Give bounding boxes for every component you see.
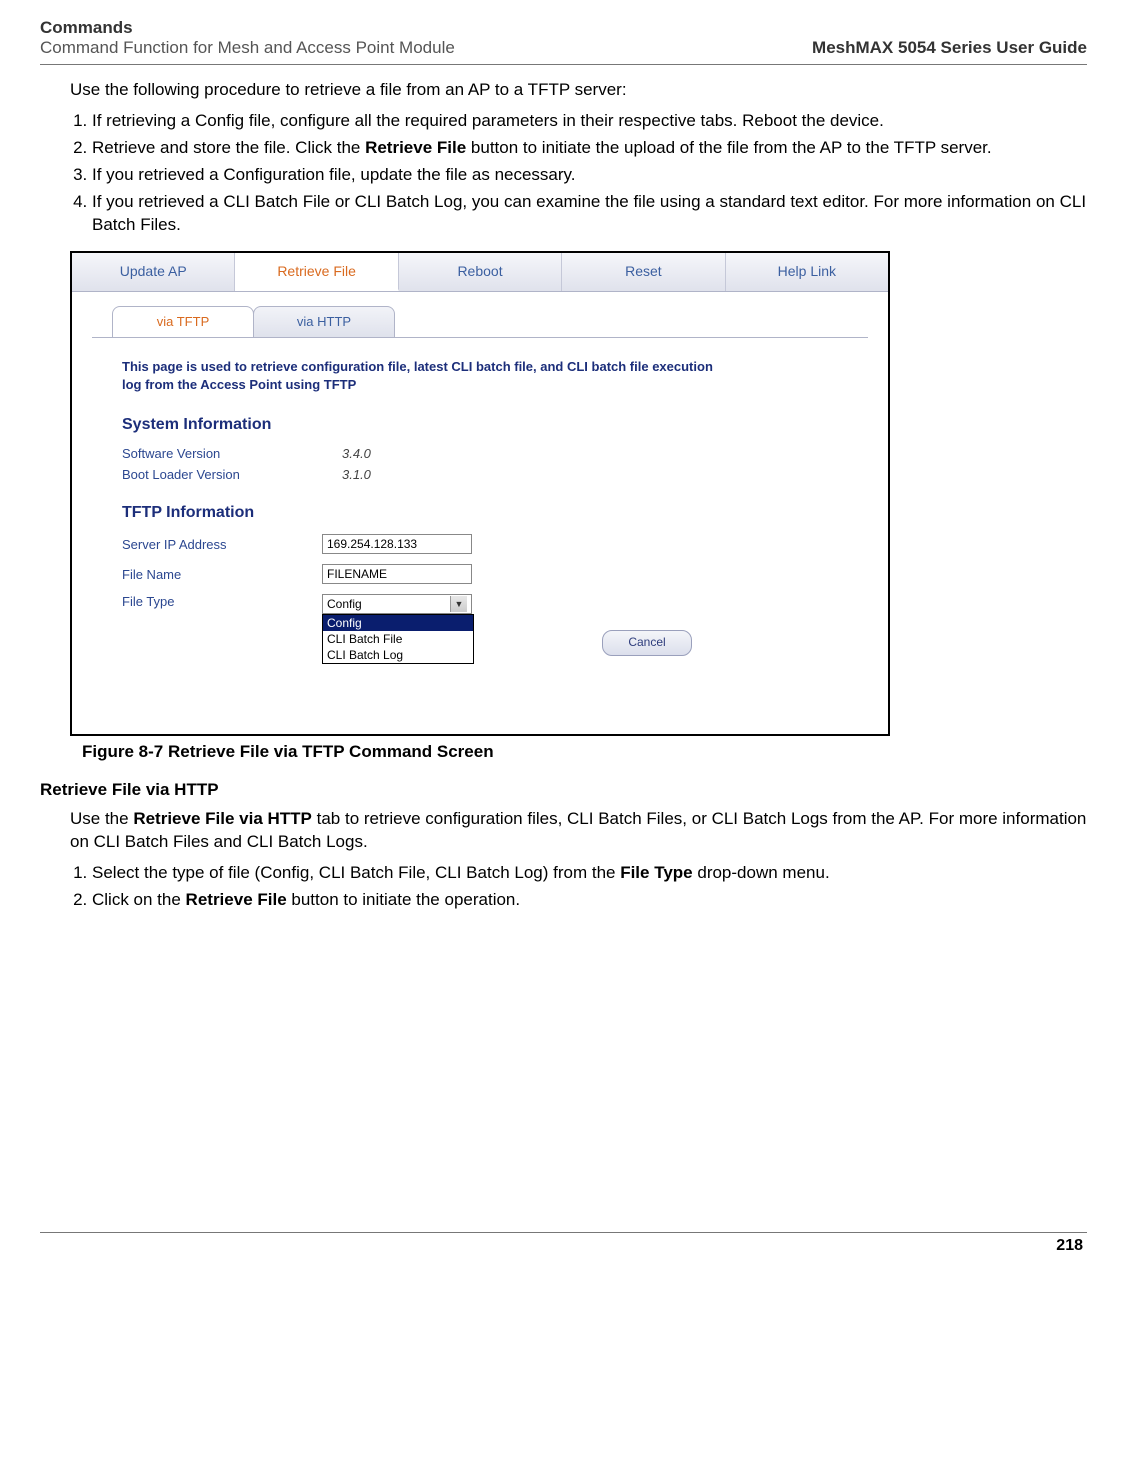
panel: This page is used to retrieve configurat… — [92, 337, 868, 714]
file-type-selected: Config — [327, 597, 362, 611]
figure-caption: Figure 8-7 Retrieve File via TFTP Comman… — [82, 742, 1087, 762]
software-version-label: Software Version — [122, 446, 342, 461]
cancel-button[interactable]: Cancel — [602, 630, 692, 656]
http-para-bold: Retrieve File via HTTP — [133, 809, 312, 828]
tab-reset[interactable]: Reset — [562, 253, 725, 291]
server-ip-input[interactable] — [322, 534, 472, 554]
file-type-option-cli-batch-log[interactable]: CLI Batch Log — [323, 647, 473, 663]
procedure-list-2: Select the type of file (Config, CLI Bat… — [70, 862, 1087, 912]
server-ip-label: Server IP Address — [122, 537, 322, 552]
http-step2-pre: Click on the — [92, 890, 186, 909]
page-number: 218 — [40, 1237, 1087, 1255]
software-version-value: 3.4.0 — [342, 446, 371, 461]
step-2-post: button to initiate the upload of the fil… — [466, 138, 991, 157]
http-step-1: Select the type of file (Config, CLI Bat… — [92, 862, 1087, 885]
chevron-down-icon[interactable]: ▼ — [450, 596, 467, 612]
file-type-option-cli-batch-file[interactable]: CLI Batch File — [323, 631, 473, 647]
http-step1-pre: Select the type of file (Config, CLI Bat… — [92, 863, 620, 882]
tab-update-ap[interactable]: Update AP — [72, 253, 235, 291]
screenshot-frame: Update AP Retrieve File Reboot Reset Hel… — [70, 251, 890, 736]
sub-tab-http[interactable]: via HTTP — [253, 306, 395, 337]
intro-paragraph: Use the following procedure to retrieve … — [70, 79, 1087, 102]
sub-tab-bar: via TFTP via HTTP — [72, 292, 888, 337]
step-4: If you retrieved a CLI Batch File or CLI… — [92, 191, 1087, 237]
header-divider — [40, 64, 1087, 65]
file-name-label: File Name — [122, 567, 322, 582]
system-info-title: System Information — [122, 416, 848, 434]
file-name-input[interactable] — [322, 564, 472, 584]
header-title: Commands — [40, 18, 133, 37]
step-3: If you retrieved a Configuration file, u… — [92, 164, 1087, 187]
tab-reboot[interactable]: Reboot — [399, 253, 562, 291]
file-type-option-config[interactable]: Config — [323, 615, 473, 631]
step-2-pre: Retrieve and store the file. Click the — [92, 138, 365, 157]
http-heading: Retrieve File via HTTP — [40, 780, 1087, 800]
http-step2-bold: Retrieve File — [186, 890, 287, 909]
step-1: If retrieving a Config file, configure a… — [92, 110, 1087, 133]
http-para-pre: Use the — [70, 809, 133, 828]
file-type-dropdown: Config CLI Batch File CLI Batch Log — [322, 614, 474, 664]
tab-help-link[interactable]: Help Link — [726, 253, 888, 291]
header-subtitle: Command Function for Mesh and Access Poi… — [40, 38, 455, 58]
file-type-select[interactable]: Config ▼ — [322, 594, 472, 614]
procedure-list-1: If retrieving a Config file, configure a… — [70, 110, 1087, 237]
http-step1-bold: File Type — [620, 863, 692, 882]
step-2: Retrieve and store the file. Click the R… — [92, 137, 1087, 160]
http-step1-post: drop-down menu. — [693, 863, 830, 882]
file-type-label: File Type — [122, 594, 322, 609]
panel-description: This page is used to retrieve configurat… — [122, 358, 722, 394]
tab-retrieve-file[interactable]: Retrieve File — [235, 253, 398, 291]
http-paragraph: Use the Retrieve File via HTTP tab to re… — [70, 808, 1087, 854]
tftp-info-title: TFTP Information — [122, 504, 848, 522]
sub-tab-tftp[interactable]: via TFTP — [112, 306, 254, 337]
top-tab-bar: Update AP Retrieve File Reboot Reset Hel… — [72, 253, 888, 292]
bootloader-version-value: 3.1.0 — [342, 467, 371, 482]
step-2-bold: Retrieve File — [365, 138, 466, 157]
bootloader-version-label: Boot Loader Version — [122, 467, 342, 482]
http-step-2: Click on the Retrieve File button to ini… — [92, 889, 1087, 912]
footer-divider — [40, 1232, 1087, 1233]
header-guide: MeshMAX 5054 Series User Guide — [812, 38, 1087, 58]
http-step2-post: button to initiate the operation. — [287, 890, 520, 909]
